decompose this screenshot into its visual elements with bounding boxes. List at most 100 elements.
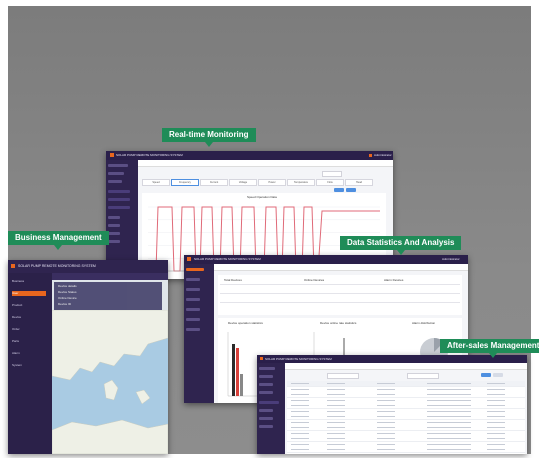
sidebar-item[interactable] bbox=[108, 240, 120, 243]
sidebar-item[interactable] bbox=[186, 308, 200, 311]
nav-item-order[interactable]: Order bbox=[12, 327, 46, 332]
table-cell bbox=[427, 427, 471, 428]
table-cell bbox=[327, 399, 345, 401]
sidebar-item[interactable] bbox=[108, 216, 120, 219]
column-header: Alarm Devices bbox=[384, 278, 404, 282]
dropdown-row[interactable]: Device ID bbox=[58, 302, 71, 307]
table-cell bbox=[291, 432, 309, 434]
nav-item-business[interactable]: Business bbox=[12, 279, 46, 284]
business-management-window: SOLAR PUMP REMOTE MONITORING SYSTEM Busi… bbox=[8, 260, 168, 454]
table-cell bbox=[327, 432, 345, 434]
bar bbox=[236, 348, 239, 396]
device-map[interactable] bbox=[52, 310, 168, 454]
table-cell bbox=[427, 383, 471, 384]
nav-item-device[interactable]: Device bbox=[12, 315, 46, 320]
table-cell bbox=[377, 449, 395, 450]
sidebar-item[interactable] bbox=[259, 401, 279, 404]
table-cell bbox=[487, 388, 505, 390]
sidebar-item[interactable] bbox=[186, 318, 200, 321]
stats-sidebar bbox=[184, 264, 214, 403]
sidebar-item[interactable] bbox=[259, 383, 273, 386]
sidebar-item[interactable] bbox=[186, 298, 200, 301]
sidebar-item[interactable] bbox=[259, 425, 273, 428]
sidebar-item[interactable] bbox=[108, 224, 120, 227]
table-cell bbox=[291, 394, 309, 395]
table-cell bbox=[327, 421, 345, 423]
tab-flow[interactable]: Flow bbox=[316, 179, 344, 186]
nav-item-product[interactable]: Product bbox=[12, 303, 46, 308]
nav-item-system[interactable]: System bbox=[12, 363, 46, 368]
app-logo-icon bbox=[187, 257, 191, 261]
table-cell bbox=[327, 443, 345, 445]
table-cell bbox=[427, 438, 471, 439]
table-cell bbox=[487, 443, 505, 445]
sidebar-item[interactable] bbox=[186, 328, 200, 331]
dropdown-row[interactable]: Device Status bbox=[58, 290, 77, 295]
nav-item-alarm[interactable]: Alarm bbox=[12, 351, 46, 356]
reset-button[interactable] bbox=[493, 373, 503, 377]
table-row-divider bbox=[220, 293, 460, 294]
search-input[interactable] bbox=[327, 373, 359, 379]
realtime-titlebar: SOLAR PUMP REMOTE MONITORING SYSTEM Admi… bbox=[106, 151, 393, 160]
table-row[interactable] bbox=[287, 447, 525, 453]
status-select[interactable] bbox=[407, 373, 439, 379]
date-input[interactable] bbox=[322, 171, 342, 177]
tab-temperature[interactable]: Temperature bbox=[287, 179, 315, 186]
query-button[interactable] bbox=[334, 188, 344, 192]
sidebar-item[interactable] bbox=[108, 190, 130, 193]
summary-table: Total Devices Online Devices Alarm Devices bbox=[218, 275, 462, 315]
export-button[interactable] bbox=[346, 188, 356, 192]
user-name[interactable]: Administrator bbox=[374, 153, 392, 157]
sidebar-item[interactable] bbox=[108, 198, 130, 201]
nav-item-user[interactable]: User bbox=[12, 291, 46, 296]
sidebar-item[interactable] bbox=[259, 417, 273, 420]
dropdown-row[interactable]: Online Device bbox=[58, 296, 77, 301]
sidebar-item[interactable] bbox=[259, 391, 273, 394]
sidebar-item[interactable] bbox=[108, 180, 122, 183]
table-cell bbox=[487, 427, 505, 428]
sidebar-item[interactable] bbox=[186, 268, 204, 271]
table-cell bbox=[377, 416, 395, 417]
table-cell bbox=[377, 388, 395, 390]
sidebar-item[interactable] bbox=[108, 164, 128, 167]
tab-voltage[interactable]: Voltage bbox=[229, 179, 257, 186]
sidebar-item[interactable] bbox=[259, 367, 275, 370]
table-cell bbox=[427, 449, 471, 450]
user-avatar[interactable] bbox=[369, 154, 372, 157]
table-cell bbox=[291, 416, 309, 417]
tab-bar: Speed Frequency Current Voltage Power Tempera… bbox=[142, 179, 382, 186]
table-cell bbox=[291, 443, 309, 445]
dropdown-row[interactable]: Device details bbox=[58, 284, 77, 289]
table-cell bbox=[377, 383, 395, 384]
sidebar-item[interactable] bbox=[259, 375, 273, 378]
tab-power[interactable]: Power bbox=[258, 179, 286, 186]
table-cell bbox=[427, 410, 471, 412]
sidebar-item[interactable] bbox=[259, 409, 273, 412]
bar bbox=[240, 374, 243, 396]
table-cell bbox=[427, 443, 471, 445]
user-name[interactable]: Administrator bbox=[442, 257, 460, 261]
nav-item-parts[interactable]: Parts bbox=[12, 339, 46, 344]
app-logo-icon bbox=[11, 264, 15, 268]
table-cell bbox=[327, 449, 345, 450]
table-cell bbox=[487, 438, 505, 439]
tab-current[interactable]: Current bbox=[200, 179, 228, 186]
sidebar-item[interactable] bbox=[108, 172, 124, 175]
label-business-management: Business Management bbox=[8, 231, 109, 250]
table-cell bbox=[377, 405, 395, 406]
tab-head[interactable]: Head bbox=[345, 179, 373, 186]
table-cell bbox=[377, 394, 395, 395]
label-aftersales-management: After-sales Management bbox=[440, 339, 539, 358]
table-cell bbox=[291, 449, 309, 450]
chart-title: Device online rate statistics bbox=[320, 321, 357, 325]
sidebar-item[interactable] bbox=[108, 206, 130, 209]
sidebar-item[interactable] bbox=[186, 288, 200, 291]
tab-speed[interactable]: Speed bbox=[142, 179, 170, 186]
search-button[interactable] bbox=[481, 373, 491, 377]
app-title: SOLAR PUMP REMOTE MONITORING SYSTEM bbox=[265, 357, 332, 361]
table-cell bbox=[487, 421, 505, 423]
sidebar-item[interactable] bbox=[108, 232, 120, 235]
business-sidebar: Business User Product Device Order Parts Alarm… bbox=[8, 273, 52, 454]
tab-frequency[interactable]: Frequency bbox=[171, 179, 199, 186]
sidebar-item[interactable] bbox=[186, 278, 200, 281]
